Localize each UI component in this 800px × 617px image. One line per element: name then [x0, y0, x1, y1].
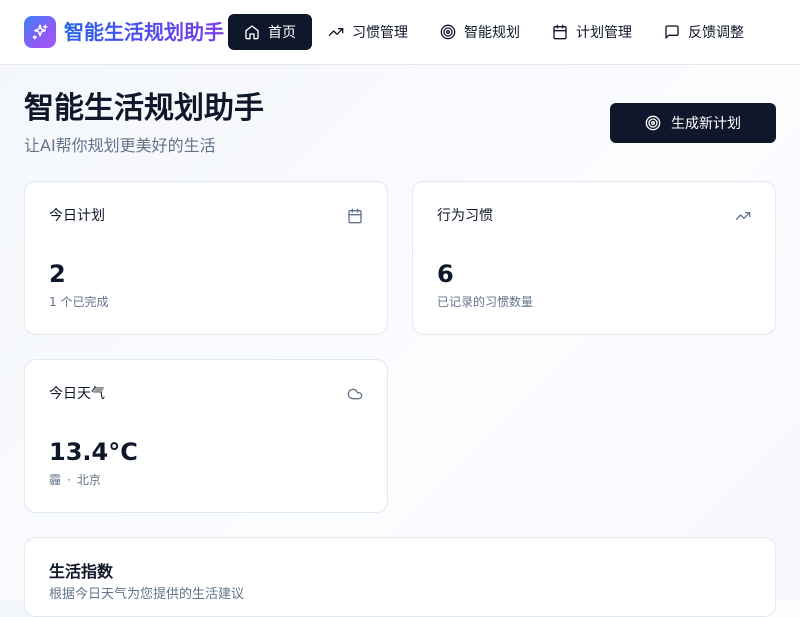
home-icon [245, 25, 259, 40]
nav-item-label: 习惯管理 [352, 25, 408, 41]
habits-desc: 已记录的习惯数量 [437, 295, 534, 309]
nav-item-smart-planning[interactable]: 智能规划 [424, 14, 536, 50]
nav-item-label: 智能规划 [464, 25, 520, 41]
today-plan-desc: 1 个已完成 [49, 295, 109, 309]
page-title: 智能生活规划助手 [24, 91, 264, 126]
temperature-value: 13.4°C [49, 438, 138, 466]
page-subtitle: 让AI帮你规划更美好的生活 [24, 136, 216, 155]
trending-up-icon [735, 212, 751, 220]
button-label: 生成新计划 [671, 116, 741, 132]
nav-item-plans[interactable]: 计划管理 [536, 14, 648, 50]
nav-item-label: 首页 [268, 25, 296, 41]
weather-card: 今日天气 13.4°C 霾 · 北京 [24, 359, 388, 513]
sparkles-icon [32, 24, 48, 40]
nav-item-home[interactable]: 首页 [228, 14, 312, 50]
main-nav: 首页 习惯管理 智能规划 计划管理 反馈调整 [228, 14, 760, 50]
calendar-icon [348, 208, 362, 224]
nav-item-feedback[interactable]: 反馈调整 [648, 14, 760, 50]
habits-count: 6 [437, 260, 454, 288]
message-square-icon [665, 25, 679, 39]
life-index-desc: 根据今日天气为您提供的生活建议 [49, 587, 245, 602]
nav-item-habits[interactable]: 习惯管理 [312, 14, 424, 50]
card-title: 今日天气 [49, 386, 105, 402]
trending-up-icon [328, 27, 344, 36]
card-title: 今日计划 [49, 208, 105, 224]
weather-condition: 霾 [49, 473, 62, 487]
separator-dot: · [67, 473, 71, 487]
nav-item-label: 计划管理 [576, 25, 632, 41]
life-index-card: 生活指数 根据今日天气为您提供的生活建议 [24, 537, 776, 617]
weather-desc: 霾 · 北京 [49, 472, 101, 488]
brand-name[interactable]: 智能生活规划助手 [64, 18, 224, 46]
top-navbar: 智能生活规划助手 首页 习惯管理 智能规划 计划管理 反馈调整 [0, 0, 800, 65]
target-icon [440, 24, 456, 40]
weather-city: 北京 [76, 473, 101, 487]
target-icon [645, 115, 661, 131]
nav-item-label: 反馈调整 [688, 25, 744, 41]
calendar-icon [553, 24, 567, 40]
generate-plan-button[interactable]: 生成新计划 [610, 103, 776, 143]
life-index-title: 生活指数 [49, 562, 114, 581]
cloud-icon [347, 388, 363, 400]
logo[interactable] [24, 16, 56, 48]
today-plan-card: 今日计划 2 1 个已完成 [24, 181, 388, 335]
today-plan-count: 2 [49, 260, 66, 288]
habits-card: 行为习惯 6 已记录的习惯数量 [412, 181, 776, 335]
card-title: 行为习惯 [437, 208, 493, 224]
